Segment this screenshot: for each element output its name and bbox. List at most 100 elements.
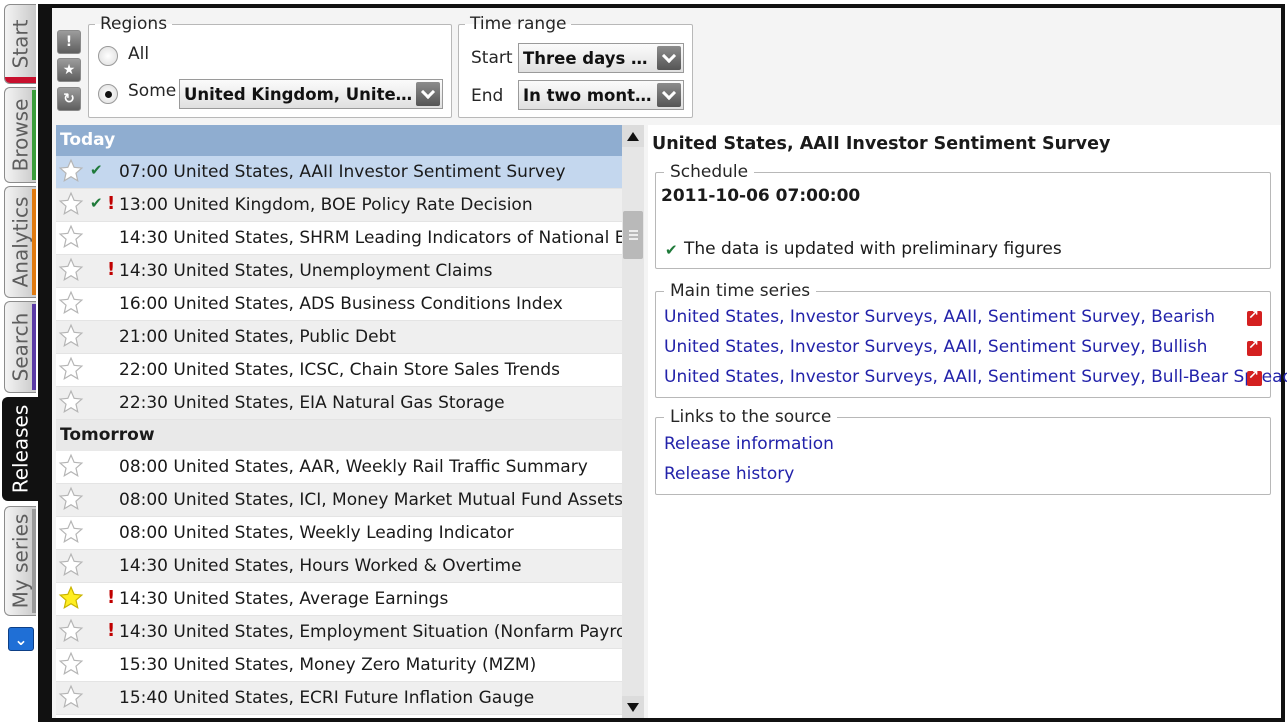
release-row[interactable]: 08:00 United States, AAR, Weekly Rail Tr… xyxy=(56,451,622,484)
exclamation-icon: ! xyxy=(65,34,73,50)
radio-all-label: All xyxy=(128,44,150,64)
release-title: 14:30 United States, Employment Situatio… xyxy=(119,622,622,642)
star-icon[interactable] xyxy=(58,453,84,479)
main-series-legend: Main time series xyxy=(664,281,817,301)
main-frame: ! ★ ↻ Regions All Some United Kingdom, U… xyxy=(38,4,1287,722)
external-link-icon[interactable] xyxy=(1247,368,1262,386)
release-row[interactable]: 08:00 United States, Weekly Leading Indi… xyxy=(56,517,622,550)
tab-search[interactable]: Search xyxy=(4,301,36,393)
release-title: 16:00 United States, ADS Business Condit… xyxy=(119,294,563,314)
release-row[interactable]: 21:00 United States, Public Debt xyxy=(56,321,622,354)
star-icon[interactable] xyxy=(58,552,84,578)
release-row[interactable]: ✔ 07:00 United States, AAII Investor Sent… xyxy=(56,156,622,189)
end-select-value: In two months xyxy=(523,86,655,105)
detail-title: United States, AAII Investor Sentiment S… xyxy=(652,134,1111,154)
release-information-link[interactable]: Release information xyxy=(664,434,834,454)
release-row[interactable]: 14:30 United States, Hours Worked & Over… xyxy=(56,550,622,583)
star-filled-icon[interactable] xyxy=(58,585,84,611)
release-row[interactable]: 16:00 United States, ADS Business Condit… xyxy=(56,288,622,321)
chevron-down-icon xyxy=(657,46,681,70)
expand-tabs-button[interactable]: ⌄ xyxy=(8,627,34,651)
star-icon[interactable] xyxy=(58,389,84,415)
tab-browse-color-bar xyxy=(32,90,36,180)
release-title: 14:30 United States, SHRM Leading Indica… xyxy=(119,228,622,248)
check-icon: ✔ xyxy=(665,241,678,259)
radio-all[interactable] xyxy=(98,46,118,66)
favorites-filter-button[interactable]: ★ xyxy=(57,58,81,82)
release-row[interactable]: ! 14:30 United States, Unemployment Claim… xyxy=(56,255,622,288)
star-icon[interactable] xyxy=(58,618,84,644)
start-select[interactable]: Three days ago xyxy=(518,43,684,73)
tab-browse[interactable]: Browse xyxy=(4,87,36,183)
external-link-icon[interactable] xyxy=(1247,308,1262,326)
release-title: 22:30 United States, EIA Natural Gas Sto… xyxy=(119,393,505,413)
tab-my-series-color-bar xyxy=(32,509,36,613)
release-title: 15:40 United States, ECRI Future Inflati… xyxy=(119,688,535,708)
scroll-down-button[interactable] xyxy=(622,696,644,718)
scroll-up-button[interactable] xyxy=(622,125,644,147)
star-icon[interactable] xyxy=(58,290,84,316)
chevron-down-icon xyxy=(657,83,681,107)
release-list: Today ✔ 07:00 United States, AAII Investor… xyxy=(56,125,622,718)
external-link-icon[interactable] xyxy=(1247,338,1262,356)
regions-select[interactable]: United Kingdom, United St... xyxy=(179,79,443,109)
star-icon[interactable] xyxy=(58,486,84,512)
release-title: 22:00 United States, ICSC, Chain Store S… xyxy=(119,360,561,380)
release-row[interactable]: 22:00 United States, ICSC, Chain Store S… xyxy=(56,354,622,387)
star-icon[interactable] xyxy=(58,519,84,545)
alerts-filter-button[interactable]: ! xyxy=(57,30,81,54)
regions-select-value: United Kingdom, United St... xyxy=(184,85,414,104)
release-row[interactable]: 15:40 United States, ECRI Future Inflati… xyxy=(56,682,622,715)
tab-start-label: Start xyxy=(8,19,33,69)
release-title: 15:30 United States, Money Zero Maturity… xyxy=(119,655,537,675)
series-link-bearish[interactable]: United States, Investor Surveys, AAII, S… xyxy=(664,307,1215,327)
series-link-bull-bear-spread[interactable]: United States, Investor Surveys, AAII, S… xyxy=(664,367,1287,387)
arrow-down-icon xyxy=(627,702,639,712)
tab-releases[interactable]: Releases xyxy=(2,397,38,501)
arrow-up-icon xyxy=(627,131,639,141)
star-icon[interactable] xyxy=(58,158,84,184)
scrollbar-thumb[interactable] xyxy=(623,211,643,259)
tab-start[interactable]: Start xyxy=(4,4,36,84)
star-icon[interactable] xyxy=(58,651,84,677)
star-icon[interactable] xyxy=(58,356,84,382)
release-title: 13:00 United Kingdom, BOE Policy Rate De… xyxy=(119,195,533,215)
refresh-button[interactable]: ↻ xyxy=(57,87,81,111)
tab-strip: Start Browse Analytics Search Releases M… xyxy=(0,0,38,728)
release-detail: United States, AAII Investor Sentiment S… xyxy=(648,125,1287,718)
refresh-icon: ↻ xyxy=(63,91,75,107)
release-history-link[interactable]: Release history xyxy=(664,464,794,484)
release-row[interactable]: ! 14:30 United States, Average Earnings xyxy=(56,583,622,616)
chevron-down-icon: ⌄ xyxy=(14,629,28,649)
release-row[interactable]: 08:00 United States, ICI, Money Market M… xyxy=(56,484,622,517)
tab-releases-label: Releases xyxy=(8,404,33,494)
star-icon[interactable] xyxy=(58,257,84,283)
end-select[interactable]: In two months xyxy=(518,80,684,110)
star-icon[interactable] xyxy=(58,684,84,710)
start-label: Start xyxy=(471,48,513,68)
release-row[interactable]: 14:30 United States, SHRM Leading Indica… xyxy=(56,222,622,255)
release-row[interactable]: ! 14:30 United States, Employment Situati… xyxy=(56,616,622,649)
release-row[interactable]: 15:30 United States, Money Zero Maturity… xyxy=(56,649,622,682)
release-title: 21:00 United States, Public Debt xyxy=(119,327,397,347)
tab-my-series-label: My series xyxy=(8,513,33,609)
tab-my-series[interactable]: My series xyxy=(4,506,36,616)
series-link-bullish[interactable]: United States, Investor Surveys, AAII, S… xyxy=(664,337,1207,357)
source-links-group: Links to the source Release information … xyxy=(655,407,1271,495)
check-icon: ✔ xyxy=(90,161,103,179)
tab-start-color-bar xyxy=(5,77,36,83)
group-header-tomorrow: Tomorrow xyxy=(56,420,622,451)
release-row[interactable]: ✔! 13:00 United Kingdom, BOE Policy Rate … xyxy=(56,189,622,222)
radio-some-label: Some xyxy=(128,81,177,101)
release-row[interactable]: 22:30 United States, EIA Natural Gas Sto… xyxy=(56,387,622,420)
chevron-down-icon xyxy=(416,82,440,106)
release-title: 14:30 United States, Hours Worked & Over… xyxy=(119,556,522,576)
star-icon[interactable] xyxy=(58,323,84,349)
tab-search-color-bar xyxy=(32,304,36,390)
radio-some[interactable] xyxy=(98,84,118,104)
tab-analytics[interactable]: Analytics xyxy=(4,186,36,298)
list-scrollbar[interactable] xyxy=(622,125,644,718)
star-icon[interactable] xyxy=(58,191,84,217)
star-icon[interactable] xyxy=(58,224,84,250)
time-range-legend: Time range xyxy=(470,14,567,34)
